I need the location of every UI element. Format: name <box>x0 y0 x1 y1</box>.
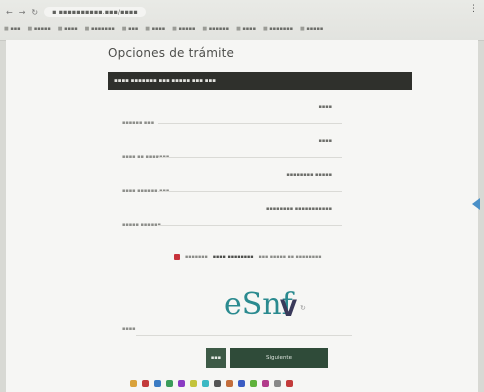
taskbar-app-icon[interactable] <box>190 380 197 387</box>
bookmarks-bar: ▪▪▪▪▪▪▪▪▪▪▪▪▪▪▪▪▪▪▪▪▪▪▪▪▪▪▪▪▪▪▪▪▪▪▪▪▪▪▪▪… <box>4 23 480 35</box>
side-arrow-icon[interactable] <box>472 198 480 210</box>
taskbar-app-icon[interactable] <box>214 380 221 387</box>
bookmark-item[interactable]: ▪▪▪ <box>4 26 20 32</box>
form-field-4[interactable]: ▪▪▪▪▪ ▪▪▪▪▪▪ ▪▪▪▪▪▪▪▪ ▪▪▪▪▪▪▪▪▪▪▪ <box>122 206 342 228</box>
bookmark-item[interactable]: ▪▪▪▪ <box>145 26 166 32</box>
reload-icon[interactable]: ↻ <box>31 8 38 17</box>
taskbar-app-icon[interactable] <box>250 380 257 387</box>
form-field-2[interactable]: ▪▪▪▪ ▪▪ ▪▪▪▪▪▪▪ ▪▪▪▪ <box>122 138 342 160</box>
captcha-tail: V <box>280 297 297 322</box>
bookmark-item[interactable]: ▪▪▪▪▪ <box>300 26 323 32</box>
captcha-input-underline <box>136 335 352 336</box>
field-underline <box>158 123 342 124</box>
consent-checkbox[interactable] <box>174 254 180 260</box>
address-bar[interactable]: ▪ ▪▪▪▪▪▪▪▪▪▪.▪▪▪/▪▪▪▪ <box>44 7 146 17</box>
consent-text: ▪▪▪▪▪▪▪ <box>185 254 208 260</box>
captcha-input-label: ▪▪▪▪ <box>122 326 136 332</box>
forward-icon[interactable]: → <box>19 8 26 17</box>
bookmark-item[interactable]: ▪▪▪▪▪ <box>172 26 195 32</box>
taskbar-app-icon[interactable] <box>286 380 293 387</box>
info-banner: ▪▪▪▪ ▪▪▪▪▪▪▪ ▪▪▪ ▪▪▪▪▪ ▪▪▪ ▪▪▪ <box>108 72 412 90</box>
field-label: ▪▪▪▪▪▪ ▪▪▪ <box>122 120 155 126</box>
address-row: ← → ↻ ▪ ▪▪▪▪▪▪▪▪▪▪.▪▪▪/▪▪▪▪ <box>6 6 366 18</box>
field-value: ▪▪▪▪▪▪▪▪ ▪▪▪▪▪▪▪▪▪▪▪ <box>266 206 332 212</box>
consent-link[interactable]: ▪▪▪▪ ▪▪▪▪▪▪▪▪ <box>213 255 254 260</box>
taskbar-app-icon[interactable] <box>262 380 269 387</box>
taskbar-app-icon[interactable] <box>238 380 245 387</box>
bookmark-item[interactable]: ▪▪▪▪▪▪ <box>202 26 229 32</box>
browser-chrome: ← → ↻ ▪ ▪▪▪▪▪▪▪▪▪▪.▪▪▪/▪▪▪▪ ⋮ ▪▪▪▪▪▪▪▪▪▪… <box>0 0 484 41</box>
taskbar-app-icon[interactable] <box>274 380 281 387</box>
next-button[interactable]: Siguiente <box>230 348 328 368</box>
form-field-3[interactable]: ▪▪▪▪ ▪▪▪▪▪▪ ▪▪▪ ▪▪▪▪▪▪▪▪ ▪▪▪▪▪ <box>122 172 342 194</box>
back-button[interactable]: ▪▪▪ <box>206 348 226 368</box>
taskbar <box>130 380 293 388</box>
taskbar-app-icon[interactable] <box>202 380 209 387</box>
taskbar-app-icon[interactable] <box>130 380 137 387</box>
captcha-refresh-icon[interactable]: ↻ <box>300 304 306 312</box>
field-underline <box>158 157 342 158</box>
page-title: Opciones de trámite <box>108 46 235 60</box>
bookmark-item[interactable]: ▪▪▪▪▪▪▪ <box>85 26 115 32</box>
taskbar-app-icon[interactable] <box>166 380 173 387</box>
field-value: ▪▪▪▪ <box>318 104 332 110</box>
browser-menu-icon[interactable]: ⋮ <box>469 4 478 14</box>
bookmark-item[interactable]: ▪▪▪▪ <box>58 26 78 32</box>
taskbar-app-icon[interactable] <box>226 380 233 387</box>
consent-row: ▪▪▪▪▪▪▪ ▪▪▪▪ ▪▪▪▪▪▪▪▪ ▪▪▪ ▪▪▪▪▪ ▪▪ ▪▪▪▪▪… <box>174 252 374 262</box>
bookmark-item[interactable]: ▪▪▪▪▪▪▪ <box>263 26 293 32</box>
field-underline <box>158 225 342 226</box>
page-content: Opciones de trámite ▪▪▪▪ ▪▪▪▪▪▪▪ ▪▪▪ ▪▪▪… <box>6 40 478 392</box>
captcha-image: eSnf V ↻ <box>224 287 306 322</box>
bookmark-item[interactable]: ▪▪▪▪▪ <box>28 26 51 32</box>
bookmark-item[interactable]: ▪▪▪▪ <box>236 26 256 32</box>
field-label: ▪▪▪▪▪ ▪▪▪▪▪▪ <box>122 222 161 228</box>
captcha-input[interactable]: ▪▪▪▪ <box>122 326 352 336</box>
field-value: ▪▪▪▪ <box>318 138 332 144</box>
taskbar-app-icon[interactable] <box>178 380 185 387</box>
field-value: ▪▪▪▪▪▪▪▪ ▪▪▪▪▪ <box>286 172 332 178</box>
form-field-1[interactable]: ▪▪▪▪▪▪ ▪▪▪ ▪▪▪▪ <box>122 104 342 126</box>
taskbar-app-icon[interactable] <box>142 380 149 387</box>
consent-text-tail: ▪▪▪ ▪▪▪▪▪ ▪▪ ▪▪▪▪▪▪▪▪ <box>258 254 322 260</box>
bookmark-item[interactable]: ▪▪▪ <box>122 26 138 32</box>
taskbar-app-icon[interactable] <box>154 380 161 387</box>
field-underline <box>158 191 342 192</box>
back-icon[interactable]: ← <box>6 8 13 17</box>
